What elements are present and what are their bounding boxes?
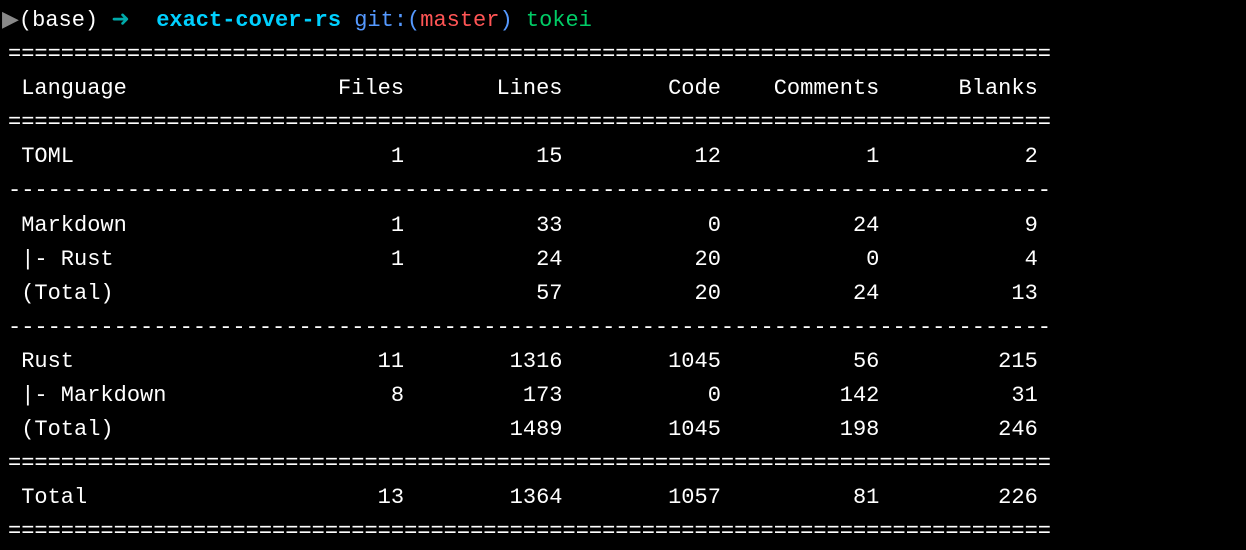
shell-prompt[interactable]: ▶(base) ➜ exact-cover-rs git:(master) to…	[0, 4, 1246, 38]
tokei-output: ========================================…	[0, 38, 1246, 549]
output-line: |- Markdown 8 173 0 142 31	[8, 379, 1246, 413]
command-text: tokei	[526, 8, 592, 33]
output-line: ========================================…	[8, 38, 1246, 72]
prompt-caret-icon: ▶	[2, 8, 19, 33]
paren-close: )	[499, 8, 512, 33]
output-line: Total 13 1364 1057 81 226	[8, 481, 1246, 515]
output-line: |- Rust 1 24 20 0 4	[8, 243, 1246, 277]
output-line: ========================================…	[8, 106, 1246, 140]
output-line: Rust 11 1316 1045 56 215	[8, 345, 1246, 379]
output-line: ----------------------------------------…	[8, 311, 1246, 345]
output-line: TOML 1 15 12 1 2	[8, 140, 1246, 174]
output-line: ----------------------------------------…	[8, 174, 1246, 208]
output-line: Markdown 1 33 0 24 9	[8, 209, 1246, 243]
output-line: (Total) 1489 1045 198 246	[8, 413, 1246, 447]
output-line: ========================================…	[8, 515, 1246, 549]
output-line: Language Files Lines Code Comments Blank…	[8, 72, 1246, 106]
git-branch: master	[420, 8, 499, 33]
output-line: ========================================…	[8, 447, 1246, 481]
arrow-icon: ➜	[111, 8, 129, 33]
git-label: git:	[354, 8, 407, 33]
paren-open: (	[407, 8, 420, 33]
cwd-path: exact-cover-rs	[156, 8, 341, 33]
output-line: (Total) 57 20 24 13	[8, 277, 1246, 311]
conda-env: (base)	[19, 8, 98, 33]
